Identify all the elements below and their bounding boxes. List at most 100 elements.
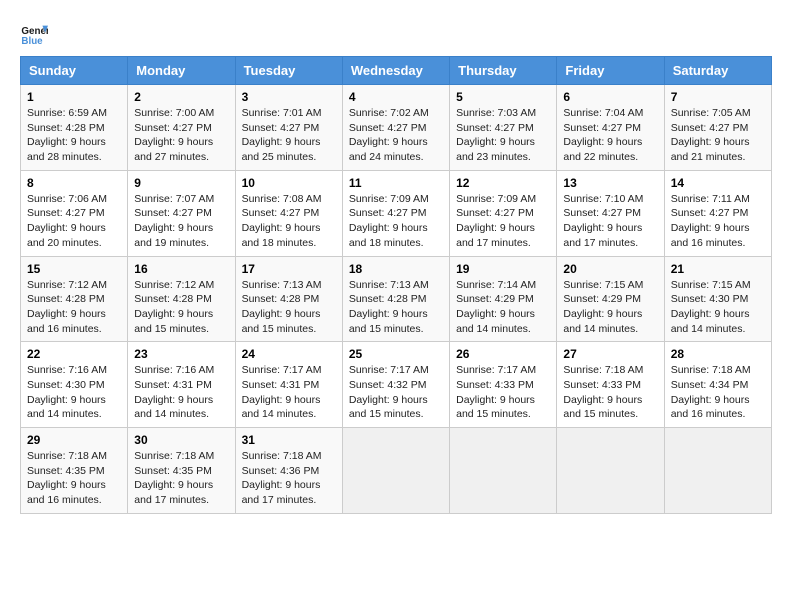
calendar-cell: 15 Sunrise: 7:12 AMSunset: 4:28 PMDayligh… (21, 256, 128, 342)
day-info: Sunrise: 7:15 AMSunset: 4:30 PMDaylight:… (671, 278, 765, 337)
day-number: 10 (242, 176, 336, 190)
day-info: Sunrise: 7:03 AMSunset: 4:27 PMDaylight:… (456, 106, 550, 165)
day-number: 24 (242, 347, 336, 361)
day-info: Sunrise: 7:18 AMSunset: 4:34 PMDaylight:… (671, 363, 765, 422)
calendar-cell: 19 Sunrise: 7:14 AMSunset: 4:29 PMDayligh… (450, 256, 557, 342)
day-info: Sunrise: 7:12 AMSunset: 4:28 PMDaylight:… (134, 278, 228, 337)
day-number: 15 (27, 262, 121, 276)
day-info: Sunrise: 7:06 AMSunset: 4:27 PMDaylight:… (27, 192, 121, 251)
day-info: Sunrise: 7:12 AMSunset: 4:28 PMDaylight:… (27, 278, 121, 337)
header: General Blue (20, 16, 772, 48)
calendar-cell: 24 Sunrise: 7:17 AMSunset: 4:31 PMDayligh… (235, 342, 342, 428)
day-info: Sunrise: 7:17 AMSunset: 4:32 PMDaylight:… (349, 363, 443, 422)
calendar-cell: 14 Sunrise: 7:11 AMSunset: 4:27 PMDayligh… (664, 170, 771, 256)
day-number: 21 (671, 262, 765, 276)
calendar-cell: 12 Sunrise: 7:09 AMSunset: 4:27 PMDayligh… (450, 170, 557, 256)
day-info: Sunrise: 7:13 AMSunset: 4:28 PMDaylight:… (242, 278, 336, 337)
day-number: 27 (563, 347, 657, 361)
day-info: Sunrise: 7:00 AMSunset: 4:27 PMDaylight:… (134, 106, 228, 165)
day-info: Sunrise: 7:18 AMSunset: 4:35 PMDaylight:… (134, 449, 228, 508)
calendar-cell: 4 Sunrise: 7:02 AMSunset: 4:27 PMDaylight… (342, 85, 449, 171)
calendar-cell: 22 Sunrise: 7:16 AMSunset: 4:30 PMDayligh… (21, 342, 128, 428)
day-number: 8 (27, 176, 121, 190)
col-header-saturday: Saturday (664, 57, 771, 85)
calendar-cell: 11Sunrise: 7:09 AMSunset: 4:27 PMDayligh… (342, 170, 449, 256)
day-info: Sunrise: 7:01 AMSunset: 4:27 PMDaylight:… (242, 106, 336, 165)
calendar-cell: 3 Sunrise: 7:01 AMSunset: 4:27 PMDaylight… (235, 85, 342, 171)
col-header-wednesday: Wednesday (342, 57, 449, 85)
day-number: 31 (242, 433, 336, 447)
day-number: 26 (456, 347, 550, 361)
calendar-cell: 20Sunrise: 7:15 AMSunset: 4:29 PMDayligh… (557, 256, 664, 342)
calendar-cell: 23 Sunrise: 7:16 AMSunset: 4:31 PMDayligh… (128, 342, 235, 428)
day-number: 13 (563, 176, 657, 190)
day-number: 7 (671, 90, 765, 104)
calendar-cell: 9 Sunrise: 7:07 AMSunset: 4:27 PMDaylight… (128, 170, 235, 256)
day-info: Sunrise: 7:11 AMSunset: 4:27 PMDaylight:… (671, 192, 765, 251)
day-number: 25 (349, 347, 443, 361)
col-header-monday: Monday (128, 57, 235, 85)
day-number: 19 (456, 262, 550, 276)
day-info: Sunrise: 7:09 AMSunset: 4:27 PMDaylight:… (349, 192, 443, 251)
day-info: Sunrise: 7:02 AMSunset: 4:27 PMDaylight:… (349, 106, 443, 165)
logo: General Blue (20, 20, 52, 48)
calendar-cell: 26 Sunrise: 7:17 AMSunset: 4:33 PMDayligh… (450, 342, 557, 428)
calendar-cell (664, 428, 771, 514)
day-number: 16 (134, 262, 228, 276)
col-header-tuesday: Tuesday (235, 57, 342, 85)
calendar-cell: 30 Sunrise: 7:18 AMSunset: 4:35 PMDayligh… (128, 428, 235, 514)
calendar-cell: 17Sunrise: 7:13 AMSunset: 4:28 PMDayligh… (235, 256, 342, 342)
day-info: Sunrise: 7:16 AMSunset: 4:30 PMDaylight:… (27, 363, 121, 422)
day-number: 12 (456, 176, 550, 190)
day-info: Sunrise: 7:17 AMSunset: 4:33 PMDaylight:… (456, 363, 550, 422)
calendar-cell: 10 Sunrise: 7:08 AMSunset: 4:27 PMDayligh… (235, 170, 342, 256)
day-number: 30 (134, 433, 228, 447)
day-info: Sunrise: 6:59 AMSunset: 4:28 PMDaylight:… (27, 106, 121, 165)
calendar-cell (557, 428, 664, 514)
day-number: 18 (349, 262, 443, 276)
calendar-cell (450, 428, 557, 514)
calendar-cell: 29Sunrise: 7:18 AMSunset: 4:35 PMDayligh… (21, 428, 128, 514)
day-info: Sunrise: 7:05 AMSunset: 4:27 PMDaylight:… (671, 106, 765, 165)
day-number: 14 (671, 176, 765, 190)
day-number: 23 (134, 347, 228, 361)
day-info: Sunrise: 7:16 AMSunset: 4:31 PMDaylight:… (134, 363, 228, 422)
calendar-cell: 5 Sunrise: 7:03 AMSunset: 4:27 PMDaylight… (450, 85, 557, 171)
calendar-cell: 27Sunrise: 7:18 AMSunset: 4:33 PMDayligh… (557, 342, 664, 428)
calendar-cell: 8 Sunrise: 7:06 AMSunset: 4:27 PMDaylight… (21, 170, 128, 256)
day-info: Sunrise: 7:18 AMSunset: 4:35 PMDaylight:… (27, 449, 121, 508)
calendar-cell (342, 428, 449, 514)
calendar-cell: 13 Sunrise: 7:10 AMSunset: 4:27 PMDayligh… (557, 170, 664, 256)
day-info: Sunrise: 7:07 AMSunset: 4:27 PMDaylight:… (134, 192, 228, 251)
day-info: Sunrise: 7:13 AMSunset: 4:28 PMDaylight:… (349, 278, 443, 337)
day-info: Sunrise: 7:09 AMSunset: 4:27 PMDaylight:… (456, 192, 550, 251)
calendar: SundayMondayTuesdayWednesdayThursdayFrid… (20, 56, 772, 514)
calendar-cell: 6 Sunrise: 7:04 AMSunset: 4:27 PMDaylight… (557, 85, 664, 171)
day-info: Sunrise: 7:18 AMSunset: 4:36 PMDaylight:… (242, 449, 336, 508)
day-number: 5 (456, 90, 550, 104)
calendar-cell: 2 Sunrise: 7:00 AMSunset: 4:27 PMDaylight… (128, 85, 235, 171)
col-header-friday: Friday (557, 57, 664, 85)
day-info: Sunrise: 7:14 AMSunset: 4:29 PMDaylight:… (456, 278, 550, 337)
day-info: Sunrise: 7:17 AMSunset: 4:31 PMDaylight:… (242, 363, 336, 422)
svg-text:Blue: Blue (21, 36, 43, 47)
calendar-cell: 16 Sunrise: 7:12 AMSunset: 4:28 PMDayligh… (128, 256, 235, 342)
calendar-cell: 7 Sunrise: 7:05 AMSunset: 4:27 PMDaylight… (664, 85, 771, 171)
day-info: Sunrise: 7:10 AMSunset: 4:27 PMDaylight:… (563, 192, 657, 251)
day-number: 4 (349, 90, 443, 104)
day-info: Sunrise: 7:04 AMSunset: 4:27 PMDaylight:… (563, 106, 657, 165)
day-number: 6 (563, 90, 657, 104)
day-number: 2 (134, 90, 228, 104)
calendar-cell: 1 Sunrise: 6:59 AMSunset: 4:28 PMDaylight… (21, 85, 128, 171)
calendar-cell: 21 Sunrise: 7:15 AMSunset: 4:30 PMDayligh… (664, 256, 771, 342)
day-number: 3 (242, 90, 336, 104)
day-number: 9 (134, 176, 228, 190)
logo-icon: General Blue (20, 20, 48, 48)
day-number: 28 (671, 347, 765, 361)
day-info: Sunrise: 7:15 AMSunset: 4:29 PMDaylight:… (563, 278, 657, 337)
day-info: Sunrise: 7:08 AMSunset: 4:27 PMDaylight:… (242, 192, 336, 251)
day-number: 22 (27, 347, 121, 361)
day-number: 1 (27, 90, 121, 104)
calendar-cell: 25 Sunrise: 7:17 AMSunset: 4:32 PMDayligh… (342, 342, 449, 428)
calendar-cell: 18 Sunrise: 7:13 AMSunset: 4:28 PMDayligh… (342, 256, 449, 342)
